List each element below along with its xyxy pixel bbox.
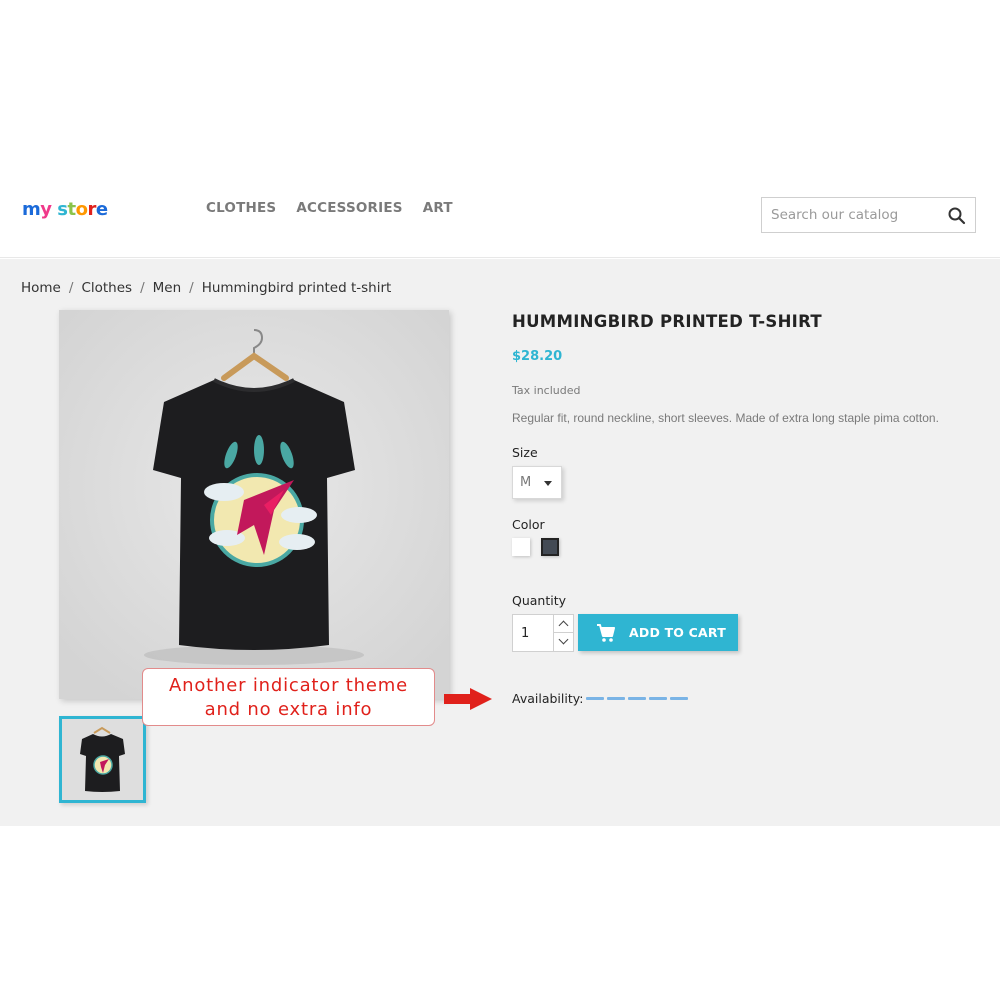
availability-segment [607,697,625,700]
availability-segment [670,697,688,700]
main-nav: CLOTHES ACCESSORIES ART [206,200,473,216]
product-price: $28.20 [512,349,563,364]
size-label: Size [512,445,538,460]
product-thumbnail[interactable] [59,716,146,803]
page: my store CLOTHES ACCESSORIES ART Home / … [0,0,1000,1000]
product-title: HUMMINGBIRD PRINTED T-SHIRT [512,312,822,331]
breadcrumb-home[interactable]: Home [21,280,61,296]
quantity-increase-button[interactable] [553,615,573,633]
breadcrumb-men[interactable]: Men [153,280,182,296]
availability-segment [628,697,646,700]
annotation-callout: Another indicator theme and no extra inf… [142,668,435,726]
size-select[interactable]: M [512,466,562,499]
search-box [761,197,976,233]
availability-segment [649,697,667,700]
tax-note: Tax included [512,384,581,397]
nav-item-art[interactable]: ART [423,200,453,216]
chevron-up-icon [558,620,569,631]
svg-text:my store: my store [22,199,108,220]
search-input[interactable] [762,198,942,232]
size-selected-value: M [520,475,532,490]
chevron-down-icon [558,634,569,645]
product-description: Regular fit, round neckline, short sleev… [512,411,939,425]
annotation-arrow-icon [444,688,492,710]
quantity-decrease-button[interactable] [553,633,573,651]
add-to-cart-label: ADD TO CART [629,625,726,640]
availability-label: Availability: [512,691,584,706]
breadcrumb-separator: / [189,280,194,296]
nav-item-clothes[interactable]: CLOTHES [206,200,276,216]
breadcrumb: Home / Clothes / Men / Hummingbird print… [21,280,391,296]
quantity-label: Quantity [512,593,567,608]
logo-graphic: my store [22,199,108,220]
color-swatch-white[interactable] [512,538,530,556]
site-header: my store CLOTHES ACCESSORIES ART [0,160,1000,258]
quantity-stepper [512,614,574,652]
availability-indicator [586,697,688,700]
search-icon[interactable] [947,206,967,226]
caret-down-icon [544,481,552,486]
tshirt-image [59,310,449,699]
breadcrumb-clothes[interactable]: Clothes [81,280,132,296]
availability-segment [586,697,604,700]
breadcrumb-separator: / [140,280,145,296]
color-label: Color [512,517,545,532]
product-page: Home / Clothes / Men / Hummingbird print… [0,259,1000,826]
annotation-text-line-2: and no extra info [204,699,373,720]
tshirt-thumbnail-image [62,719,143,800]
store-logo[interactable]: my store [22,196,112,227]
quantity-input[interactable] [513,615,553,651]
annotation-text-line-1: Another indicator theme [169,675,408,696]
nav-item-accessories[interactable]: ACCESSORIES [296,200,402,216]
product-main-image[interactable] [59,310,449,699]
shopping-cart-icon [597,624,615,642]
color-swatch-dark[interactable] [541,538,559,556]
breadcrumb-separator: / [68,280,74,296]
add-to-cart-button[interactable]: ADD TO CART [578,614,738,651]
breadcrumb-current: Hummingbird printed t-shirt [201,280,392,296]
